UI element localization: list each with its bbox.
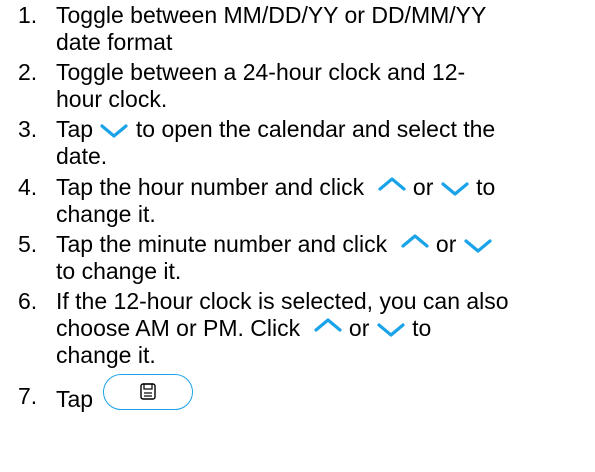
item-text: Tap [56, 386, 100, 413]
instruction-list: 1. Toggle between MM/DD/YY or DD/MM/YY d… [18, 2, 588, 419]
item-text: or [429, 231, 463, 257]
item-text: to open the calendar and select the [129, 116, 496, 142]
item-number: 5. [18, 231, 38, 257]
save-button[interactable] [103, 374, 194, 410]
save-icon [140, 383, 157, 400]
chevron-down-icon [463, 238, 493, 254]
item-text: or [406, 174, 440, 200]
chevron-up-icon [377, 176, 407, 192]
list-item-3: 3. Tap to open the calendar and select t… [18, 116, 588, 170]
item-text: to [405, 315, 432, 341]
item-text: Tap the hour number and click [56, 174, 371, 200]
item-number: 7. [18, 383, 38, 409]
item-text: change it. [56, 342, 156, 368]
item-text: Tap [56, 116, 100, 142]
item-text: hour clock. [56, 86, 168, 112]
item-number: 1. [18, 2, 38, 28]
item-text: Toggle between MM/DD/YY or DD/MM/YY [56, 2, 487, 28]
item-text: choose AM or PM. Click [56, 315, 307, 341]
chevron-up-icon [313, 317, 343, 333]
list-item-5: 5. Tap the minute number and click or to… [18, 231, 588, 285]
item-text: date. [56, 143, 108, 169]
chevron-down-icon [440, 181, 470, 197]
item-number: 3. [18, 116, 38, 142]
item-number: 4. [18, 174, 38, 200]
item-text: or [342, 315, 376, 341]
list-item-6: 6. If the 12-hour clock is selected, you… [18, 288, 588, 369]
item-text: Tap the minute number and click [56, 231, 394, 257]
list-item-4: 4. Tap the hour number and click or to c… [18, 174, 588, 228]
list-item-1: 1. Toggle between MM/DD/YY or DD/MM/YY d… [18, 2, 588, 56]
list-item-2: 2. Toggle between a 24-hour clock and 12… [18, 59, 588, 113]
chevron-up-icon [400, 233, 430, 249]
item-text: date format [56, 29, 173, 55]
list-item-7: 7. Tap [18, 374, 588, 419]
item-number: 2. [18, 59, 38, 85]
item-text: change it. [56, 201, 156, 227]
chevron-down-icon [376, 322, 406, 338]
item-text: to change it. [56, 258, 182, 284]
item-text: If the 12-hour clock is selected, you ca… [56, 288, 509, 314]
item-text: Toggle between a 24-hour clock and 12- [56, 59, 466, 85]
item-number: 6. [18, 288, 38, 314]
item-text: to [469, 174, 496, 200]
chevron-down-icon [99, 123, 129, 139]
